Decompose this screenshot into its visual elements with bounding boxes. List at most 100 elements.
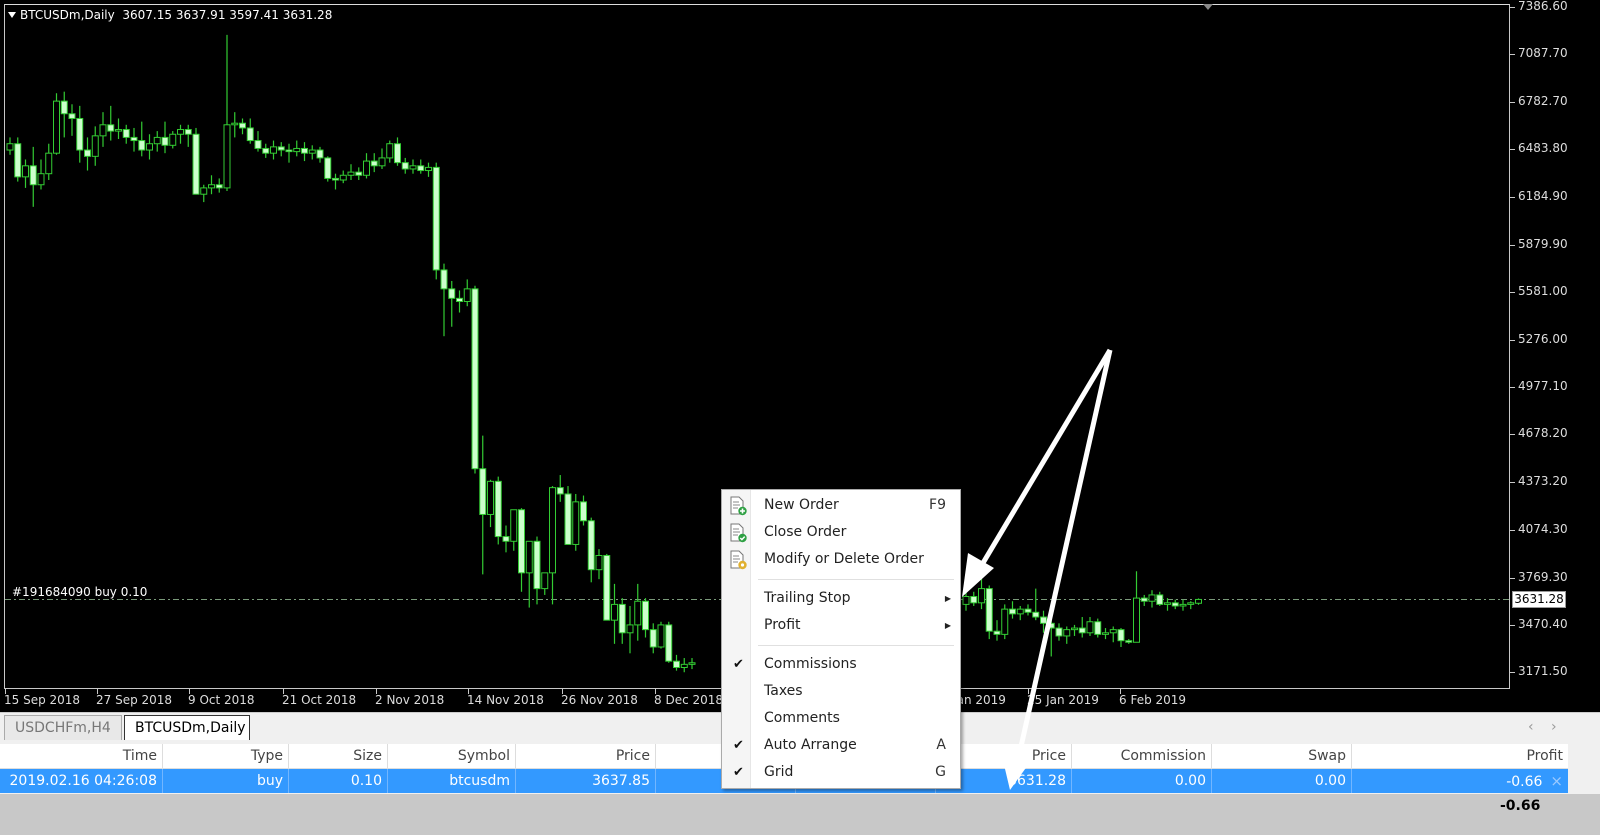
date-tick-label: 2 Nov 2018 (375, 693, 445, 707)
price-tick-label: 4373.20 (1518, 474, 1568, 489)
col-symbol[interactable]: Symbol (388, 744, 516, 768)
price-tick (1510, 387, 1515, 389)
price-tick (1510, 482, 1515, 484)
date-tick-label: 27 Sep 2018 (96, 693, 173, 707)
new-order-icon (730, 496, 747, 516)
menu-label: New Order (764, 497, 839, 513)
price-tick-label: 3769.30 (1518, 569, 1568, 584)
tab-scroll-left-icon[interactable]: ‹ (1528, 719, 1534, 735)
price-tick-label: 3171.50 (1518, 664, 1568, 678)
price-tick (1510, 291, 1515, 293)
price-tick (1510, 434, 1515, 436)
summary-row: -0.66 (0, 794, 1600, 835)
price-tick (1510, 149, 1515, 151)
menu-item-comments[interactable]: Comments (722, 705, 960, 732)
check-icon: ✔ (733, 765, 744, 780)
date-tick-label: 9 Oct 2018 (188, 693, 255, 707)
menu-item-trailing-stop[interactable]: Trailing Stop ▶ (722, 585, 960, 612)
date-tick-label: 6 Feb 2019 (1119, 693, 1187, 707)
col-swap[interactable]: Swap (1212, 744, 1352, 768)
order-line-label[interactable]: #191684090 buy 0.10 (12, 585, 147, 599)
menu-separator (758, 645, 954, 646)
price-tick-label: 3470.40 (1518, 616, 1568, 631)
menu-item-new-order[interactable]: New Order F9 (722, 492, 960, 519)
date-tick-label: 8 Dec 2018 (654, 693, 724, 707)
tab-usdchfm-h4[interactable]: USDCHFm,H4 (4, 715, 122, 740)
menu-item-auto-arrange[interactable]: ✔ Auto Arrange A (722, 732, 960, 759)
col-commission[interactable]: Commission (1072, 744, 1212, 768)
price-tick (1510, 196, 1515, 198)
date-tick-label: 15 Sep 2018 (4, 693, 81, 707)
close-order-x-icon[interactable]: × (1550, 772, 1563, 790)
check-icon: ✔ (733, 657, 744, 672)
date-tick-label: 25 Jan 2019 (1027, 693, 1099, 707)
tab-scroll-right-icon[interactable]: › (1551, 719, 1557, 735)
menu-item-taxes[interactable]: Taxes (722, 678, 960, 705)
profit-value: -0.66 (1506, 774, 1543, 790)
price-tick (1510, 244, 1515, 246)
col-time[interactable]: Time (0, 744, 163, 768)
chart-shift-marker-icon[interactable] (1203, 4, 1213, 10)
date-tick-label: 26 Nov 2018 (561, 693, 638, 707)
menu-item-modify-order[interactable]: Modify or Delete Order (722, 546, 960, 573)
context-menu: New Order F9 Close Order Modify or Delet… (721, 489, 961, 789)
col-open-price[interactable]: Price (516, 744, 656, 768)
col-profit[interactable]: Profit (1352, 744, 1568, 768)
ohlc-readout: 3607.15 3637.91 3597.41 3631.28 (122, 8, 333, 22)
price-tick (1510, 624, 1515, 626)
submenu-arrow-icon: ▶ (944, 621, 951, 630)
cell-swap: 0.00 (1212, 769, 1352, 793)
cell-type: buy (163, 769, 289, 793)
chart-title: BTCUSDm,Daily 3607.15 3637.91 3597.41 36… (8, 8, 332, 22)
check-icon: ✔ (733, 738, 744, 753)
price-tick-label: 4074.30 (1518, 521, 1568, 536)
close-order-icon (730, 523, 747, 543)
cell-open-price: 3637.85 (516, 769, 656, 793)
menu-label: Close Order (764, 524, 847, 540)
price-tick (1510, 7, 1515, 8)
price-tick-label: 6483.80 (1518, 141, 1568, 156)
price-tick (1510, 577, 1515, 579)
price-tick-label: 4977.10 (1518, 379, 1568, 394)
menu-shortcut: G (935, 764, 946, 780)
menu-item-commissions[interactable]: ✔ Commissions (722, 651, 960, 678)
table-scroll-area (1568, 744, 1600, 794)
price-tick-label: 7087.70 (1518, 46, 1568, 61)
price-tick (1510, 102, 1515, 104)
symbol-title: BTCUSDm,Daily (20, 8, 115, 22)
menu-label: Profit (764, 617, 801, 633)
cell-symbol: btcusdm (388, 769, 516, 793)
price-tick-label: 6184.90 (1518, 188, 1568, 203)
menu-shortcut: F9 (929, 497, 946, 513)
menu-item-grid[interactable]: ✔ Grid G (722, 759, 960, 786)
menu-item-profit[interactable]: Profit ▶ (722, 612, 960, 639)
price-tick-label: 5276.00 (1518, 331, 1568, 346)
cell-time: 2019.02.16 04:26:08 (0, 769, 163, 793)
menu-separator (758, 579, 954, 580)
price-tick-label: 5581.00 (1518, 283, 1568, 298)
menu-shortcut: A (936, 737, 946, 753)
menu-label: Comments (764, 710, 840, 726)
menu-label: Taxes (764, 683, 803, 699)
cell-profit: -0.66 × (1352, 769, 1568, 793)
cell-commission: 0.00 (1072, 769, 1212, 793)
bid-price-label: 3631.28 (1512, 591, 1566, 608)
price-tick (1510, 339, 1515, 341)
date-tick-label: 14 Nov 2018 (467, 693, 544, 707)
price-tick-label: 6782.70 (1518, 94, 1568, 109)
total-profit: -0.66 (1500, 798, 1541, 814)
price-tick (1510, 529, 1515, 531)
tab-btcusdm-daily[interactable]: BTCUSDm,Daily (124, 715, 250, 740)
menu-label: Grid (764, 764, 794, 780)
col-size[interactable]: Size (289, 744, 388, 768)
menu-label: Trailing Stop (764, 590, 851, 606)
price-tick-label: 7386.60 (1518, 0, 1568, 13)
price-tick-label: 4678.20 (1518, 426, 1568, 441)
col-type[interactable]: Type (163, 744, 289, 768)
menu-item-close-order[interactable]: Close Order (722, 519, 960, 546)
menu-label: Auto Arrange (764, 737, 857, 753)
submenu-arrow-icon: ▶ (944, 594, 951, 603)
date-tick-label: 21 Oct 2018 (282, 693, 357, 707)
collapse-triangle-icon[interactable] (8, 12, 16, 18)
cell-size: 0.10 (289, 769, 388, 793)
